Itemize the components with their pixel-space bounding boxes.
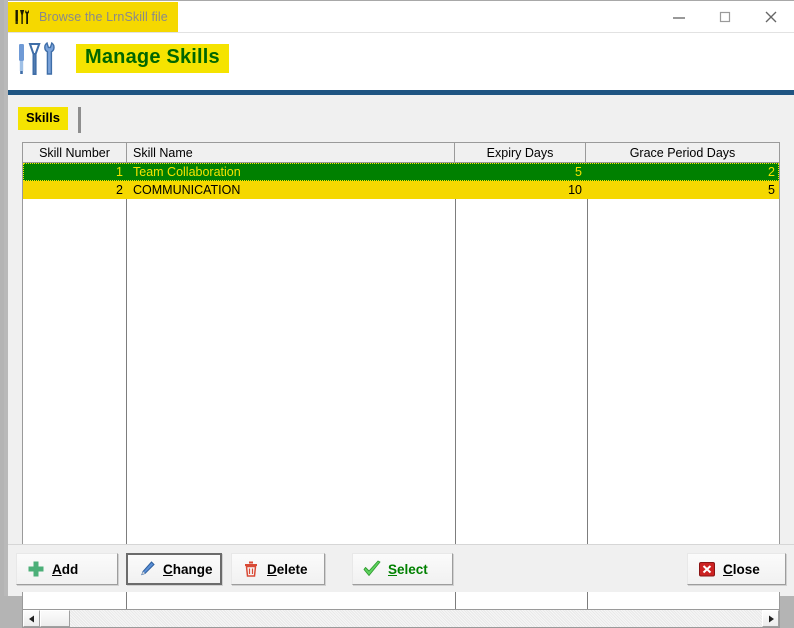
select-button-label: Select	[388, 562, 428, 577]
cell-skill-name: Team Collaboration	[133, 165, 241, 179]
cell-skill-number: 1	[116, 165, 123, 179]
close-box-icon	[699, 562, 715, 577]
page-title: Manage Skills	[76, 44, 229, 73]
tools-icon	[15, 10, 30, 24]
column-separator	[587, 163, 588, 610]
window-title: Browse the LrnSkill file	[39, 10, 168, 24]
column-header-expiry-days[interactable]: Expiry Days	[455, 143, 586, 162]
change-button[interactable]: Change	[126, 553, 222, 585]
select-accel: S	[388, 561, 398, 577]
tab-skills[interactable]: Skills	[18, 107, 68, 130]
delete-accel: D	[267, 561, 277, 577]
cell-expiry-days: 10	[568, 183, 582, 197]
delete-button[interactable]: Delete	[231, 553, 325, 585]
close-icon	[765, 11, 777, 22]
table-row[interactable]: 2 COMMUNICATION 10 5	[23, 181, 779, 199]
change-accel: C	[163, 561, 173, 577]
close-rest: lose	[732, 561, 760, 577]
cell-skill-number: 2	[116, 183, 123, 197]
scrollbar-thumb[interactable]	[40, 610, 70, 627]
title-bar-spacer	[178, 1, 656, 32]
select-button[interactable]: Select	[352, 553, 453, 585]
close-button[interactable]	[748, 1, 794, 32]
delete-rest: elete	[276, 561, 308, 577]
tools-icon	[19, 41, 55, 75]
scrollbar-track[interactable]	[70, 610, 762, 627]
maximize-button[interactable]	[702, 1, 748, 32]
cell-grace-period-days: 2	[768, 165, 775, 179]
close-accel: C	[723, 561, 733, 577]
title-highlight: Browse the LrnSkill file	[8, 2, 178, 32]
delete-button-label: Delete	[267, 562, 308, 577]
change-rest: hange	[172, 561, 213, 577]
close-dialog-button[interactable]: Close	[687, 553, 786, 585]
minimize-button[interactable]	[656, 1, 702, 32]
horizontal-scrollbar[interactable]	[23, 609, 779, 627]
add-button[interactable]: Add	[16, 553, 118, 585]
add-rest: dd	[61, 561, 79, 577]
change-button-label: Change	[163, 562, 213, 577]
button-bar: Add Change Delete Select Close	[8, 544, 794, 592]
arrow-right-icon	[768, 615, 774, 622]
client-area: Skills Skill Number Skill Name Expiry Da…	[8, 95, 794, 628]
check-icon	[363, 560, 381, 576]
select-rest: elect	[397, 561, 428, 577]
table-header-row: Skill Number Skill Name Expiry Days Grac…	[23, 143, 779, 163]
table-body: 1 Team Collaboration 5 2 2 COMMUNICATION…	[23, 163, 779, 610]
scroll-left-button[interactable]	[23, 610, 40, 627]
plus-icon	[28, 561, 44, 577]
cell-expiry-days: 5	[575, 165, 582, 179]
tab-divider	[78, 107, 81, 133]
pencil-icon	[141, 561, 155, 576]
browse-window: Browse the LrnSkill file Manage Skills S…	[0, 0, 794, 628]
column-header-grace-period-days[interactable]: Grace Period Days	[586, 143, 779, 162]
column-header-skill-number[interactable]: Skill Number	[23, 143, 127, 162]
close-button-label: Close	[723, 562, 760, 577]
column-separator	[126, 163, 127, 610]
cell-skill-name: COMMUNICATION	[133, 183, 241, 197]
column-separator	[455, 163, 456, 610]
add-button-label: Add	[52, 562, 78, 577]
cell-grace-period-days: 5	[768, 183, 775, 197]
title-bar: Browse the LrnSkill file	[8, 0, 794, 32]
header-band: Manage Skills	[8, 32, 794, 90]
trash-icon	[245, 561, 257, 577]
minimize-icon	[673, 16, 685, 19]
add-accel: A	[52, 561, 62, 577]
scroll-right-button[interactable]	[762, 610, 779, 627]
maximize-icon	[719, 11, 731, 22]
arrow-left-icon	[28, 615, 34, 622]
tab-strip: Skills	[16, 107, 786, 133]
column-header-skill-name[interactable]: Skill Name	[127, 143, 455, 162]
table-row[interactable]: 1 Team Collaboration 5 2	[23, 163, 779, 181]
